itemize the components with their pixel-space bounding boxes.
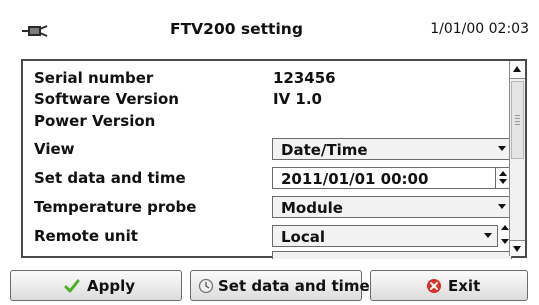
remote-unit-dropdown[interactable]: Local [272, 225, 498, 247]
set-date-time-button-label: Set data and time [218, 277, 370, 295]
apply-button-label: Apply [87, 277, 136, 295]
view-dropdown-value: Date/Time [281, 141, 368, 159]
chevron-down-icon [484, 233, 492, 238]
arrow-up-icon [513, 66, 521, 72]
arrow-down-icon [513, 246, 521, 252]
set-date-time-label: Set data and time [34, 169, 186, 187]
date-time-value: 2011/01/01 00:00 [281, 170, 429, 188]
chevron-down-icon [498, 146, 506, 151]
spin-up-icon [499, 171, 507, 176]
exit-button[interactable]: Exit [370, 270, 528, 301]
spin-down-icon [501, 239, 509, 244]
vertical-scrollbar[interactable] [509, 61, 525, 256]
remote-unit-label: Remote unit [34, 227, 138, 245]
exit-button-label: Exit [448, 277, 481, 295]
temperature-probe-dropdown[interactable]: Module [272, 196, 512, 218]
datetime-display: 1/01/00 02:03 [430, 21, 529, 37]
power-version-label: Power Version [34, 112, 156, 130]
apply-button[interactable]: Apply [10, 270, 182, 301]
connector-plug-icon [22, 25, 48, 37]
title-bar: FTV200 setting 1/01/00 02:03 [0, 0, 539, 56]
view-dropdown[interactable]: Date/Time [272, 138, 512, 160]
page-title: FTV200 setting [170, 20, 303, 38]
checkmark-icon [64, 279, 80, 293]
spin-down-icon [499, 179, 507, 184]
settings-panel: Serial number 123456 Software Version IV… [21, 59, 527, 259]
remote-unit-value: Local [281, 228, 326, 246]
scroll-thumb[interactable] [511, 81, 524, 159]
software-version-label: Software Version [34, 90, 179, 108]
temperature-probe-value: Module [281, 199, 343, 217]
set-date-time-button[interactable]: Set data and time [190, 270, 370, 301]
spin-up-icon [501, 225, 509, 230]
serial-number-label: Serial number [34, 69, 154, 87]
scroll-up-button[interactable] [510, 61, 525, 79]
serial-number-value: 123456 [273, 69, 336, 87]
view-label: View [34, 140, 75, 158]
clock-icon [198, 278, 214, 294]
date-time-spinbox[interactable]: 2011/01/01 00:00 [272, 167, 512, 189]
grip-icon [515, 115, 520, 125]
red-close-icon [427, 279, 441, 293]
temperature-probe-label: Temperature probe [34, 198, 197, 216]
partial-hidden-row [272, 251, 512, 259]
scroll-down-button[interactable] [510, 240, 525, 256]
chevron-down-icon [498, 204, 506, 209]
software-version-value: IV 1.0 [273, 90, 322, 108]
